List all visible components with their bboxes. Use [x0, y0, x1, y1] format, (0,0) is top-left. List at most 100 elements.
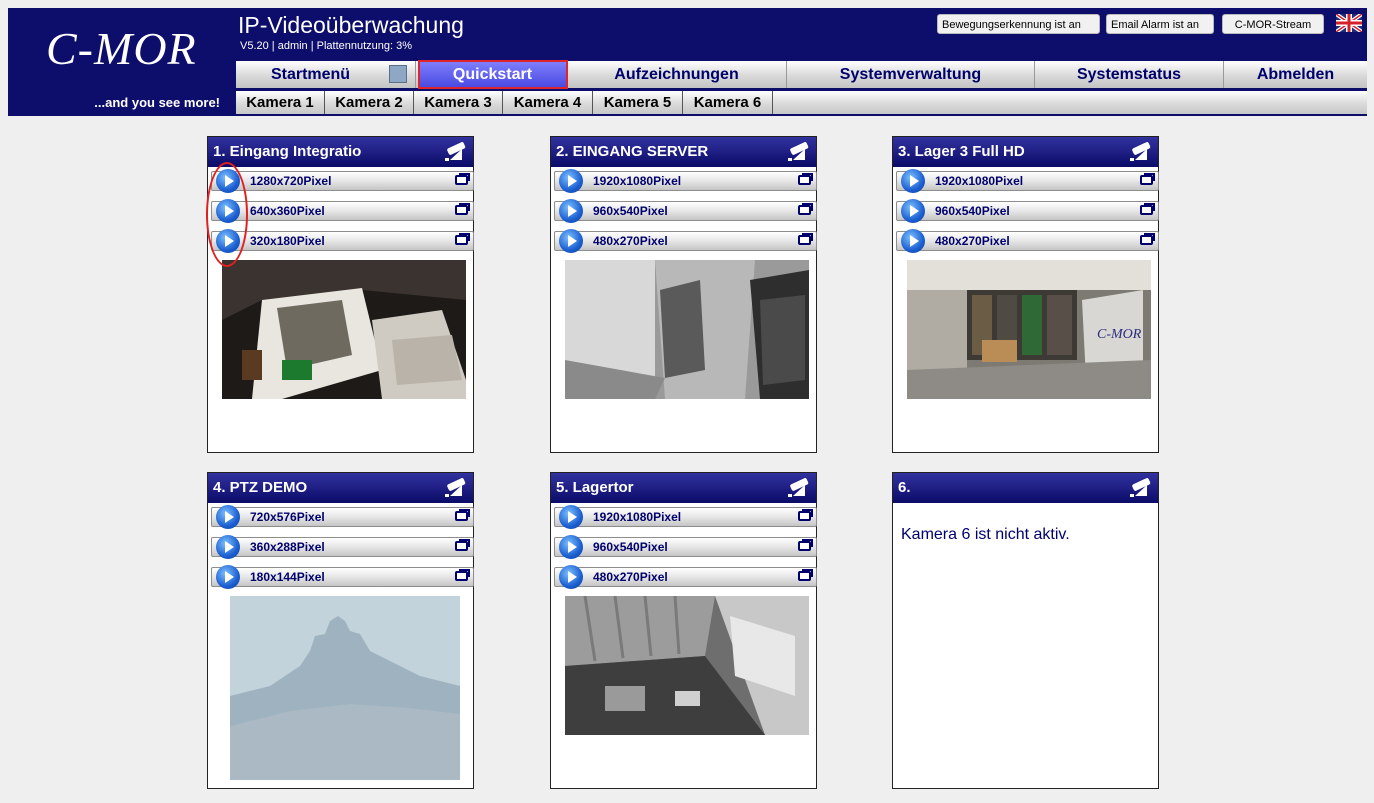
nav-startmenu[interactable]: Startmenü — [236, 61, 416, 88]
app-subtitle: V5.20 | admin | Plattennutzung: 3% — [240, 40, 413, 52]
camera-thumbnail[interactable] — [230, 596, 460, 780]
camera-panel-header: 3. Lager 3 Full HD — [893, 137, 1158, 167]
play-icon[interactable] — [559, 505, 583, 529]
camera-panel-1: 1. Eingang Integratio 1280x720Pixel 640x… — [207, 136, 474, 453]
stream-button-480x270[interactable]: 480x270Pixel — [896, 229, 1159, 253]
camera-icon — [788, 142, 809, 161]
play-icon[interactable] — [559, 535, 583, 559]
nav-logout[interactable]: Abmelden — [1224, 61, 1367, 88]
popup-window-icon[interactable] — [1140, 203, 1155, 215]
motion-detection-button[interactable]: Bewegungserkennung ist an — [937, 14, 1100, 34]
popup-window-icon[interactable] — [798, 539, 813, 551]
camera-icon — [445, 478, 466, 497]
camera-icon — [1130, 478, 1151, 497]
camera-panel-header: 2. EINGANG SERVER — [551, 137, 816, 167]
camera-title: 4. PTZ DEMO — [213, 479, 308, 496]
play-icon[interactable] — [559, 199, 583, 223]
camera-panel-2: 2. EINGANG SERVER 1920x1080Pixel 960x540… — [550, 136, 817, 453]
tab-kamera-4[interactable]: Kamera 4 — [503, 91, 593, 114]
play-icon[interactable] — [559, 565, 583, 589]
logo-slogan: ...and you see more! — [94, 95, 220, 110]
stream-button-720x576[interactable]: 720x576Pixel — [211, 505, 474, 529]
camera-panel-3: 3. Lager 3 Full HD 1920x1080Pixel 960x54… — [892, 136, 1159, 453]
popup-window-icon[interactable] — [455, 509, 470, 521]
email-alarm-button[interactable]: Email Alarm ist an — [1106, 14, 1214, 34]
camera-icon — [1130, 142, 1151, 161]
play-icon[interactable] — [901, 169, 925, 193]
popup-window-icon[interactable] — [455, 569, 470, 581]
camera-thumbnail[interactable]: C-MOR — [907, 260, 1151, 399]
nav-quickstart[interactable]: Quickstart — [418, 60, 568, 89]
camera-title: 2. EINGANG SERVER — [556, 143, 709, 160]
nav-system-status[interactable]: Systemstatus — [1035, 61, 1224, 88]
popup-window-icon[interactable] — [1140, 233, 1155, 245]
tab-kamera-5[interactable]: Kamera 5 — [593, 91, 683, 114]
stream-button-960x540[interactable]: 960x540Pixel — [554, 535, 817, 559]
tab-kamera-3[interactable]: Kamera 3 — [414, 91, 503, 114]
stream-button-960x540[interactable]: 960x540Pixel — [896, 199, 1159, 223]
cmor-stream-button[interactable]: C-MOR-Stream — [1222, 14, 1324, 34]
tab-kamera-1[interactable]: Kamera 1 — [236, 91, 325, 114]
stream-button-1920x1080[interactable]: 1920x1080Pixel — [554, 169, 817, 193]
camera-panel-header: 4. PTZ DEMO — [208, 473, 473, 503]
play-icon[interactable] — [901, 199, 925, 223]
popup-window-icon[interactable] — [455, 539, 470, 551]
app-title: IP-Videoüberwachung — [238, 12, 464, 38]
popup-window-icon[interactable] — [455, 233, 470, 245]
camera-title: 6. — [898, 479, 911, 496]
tab-kamera-6[interactable]: Kamera 6 — [683, 91, 773, 114]
camera-panel-6: 6. Kamera 6 ist nicht aktiv. — [892, 472, 1159, 789]
popup-window-icon[interactable] — [798, 233, 813, 245]
popup-window-icon[interactable] — [1140, 173, 1155, 185]
popup-window-icon[interactable] — [455, 203, 470, 215]
popup-window-icon[interactable] — [455, 173, 470, 185]
camera-panel-header: 5. Lagertor — [551, 473, 816, 503]
logo-brand: C-MOR — [46, 23, 197, 74]
play-icon[interactable] — [216, 505, 240, 529]
svg-text:C-MOR: C-MOR — [1097, 327, 1142, 342]
stream-button-180x144[interactable]: 180x144Pixel — [211, 565, 474, 589]
camera-icon — [788, 478, 809, 497]
nav-startmenu-label: Startmenü — [270, 66, 351, 83]
stream-button-640x360[interactable]: 640x360Pixel — [211, 199, 474, 223]
popup-window-icon[interactable] — [798, 203, 813, 215]
camera-title: 1. Eingang Integratio — [213, 143, 362, 160]
stream-button-480x270[interactable]: 480x270Pixel — [554, 565, 817, 589]
stream-button-360x288[interactable]: 360x288Pixel — [211, 535, 474, 559]
camera-panel-5: 5. Lagertor 1920x1080Pixel 960x540Pixel … — [550, 472, 817, 789]
popup-window-icon[interactable] — [798, 509, 813, 521]
camera-panel-4: 4. PTZ DEMO 720x576Pixel 360x288Pixel 18… — [207, 472, 474, 789]
play-icon[interactable] — [901, 229, 925, 253]
play-icon[interactable] — [216, 565, 240, 589]
camera-thumbnail[interactable] — [565, 260, 809, 399]
stream-button-1280x720[interactable]: 1280x720Pixel — [211, 169, 474, 193]
uk-flag-icon[interactable] — [1336, 14, 1362, 32]
camera-title: 5. Lagertor — [556, 479, 634, 496]
stream-button-480x270[interactable]: 480x270Pixel — [554, 229, 817, 253]
nav-system-admin[interactable]: Systemverwaltung — [787, 61, 1035, 88]
main-nav: Startmenü Quickstart Aufzeichnungen Syst… — [236, 60, 1367, 89]
annotation-highlight — [206, 162, 248, 267]
stream-button-1920x1080[interactable]: 1920x1080Pixel — [554, 505, 817, 529]
nav-recordings[interactable]: Aufzeichnungen — [567, 61, 787, 88]
stream-button-1920x1080[interactable]: 1920x1080Pixel — [896, 169, 1159, 193]
play-icon[interactable] — [559, 229, 583, 253]
camera-panel-header: 6. — [893, 473, 1158, 503]
tab-kamera-2[interactable]: Kamera 2 — [325, 91, 414, 114]
camera-thumbnail[interactable] — [222, 260, 466, 399]
logo[interactable]: C-MOR ...and you see more! — [8, 8, 232, 116]
camera-title: 3. Lager 3 Full HD — [898, 143, 1025, 160]
camera-thumbnail[interactable] — [565, 596, 809, 735]
camera-subnav: Kamera 1 Kamera 2 Kamera 3 Kamera 4 Kame… — [236, 91, 1367, 114]
camera-icon — [445, 142, 466, 161]
header: C-MOR ...and you see more! IP-Videoüberw… — [0, 0, 1374, 120]
camera-inactive-message: Kamera 6 ist nicht aktiv. — [901, 526, 1070, 543]
camera-panel-header: 1. Eingang Integratio — [208, 137, 473, 167]
stream-button-960x540[interactable]: 960x540Pixel — [554, 199, 817, 223]
popup-window-icon[interactable] — [798, 173, 813, 185]
popup-window-icon[interactable] — [798, 569, 813, 581]
stream-button-320x180[interactable]: 320x180Pixel — [211, 229, 474, 253]
grid-icon[interactable] — [389, 65, 407, 83]
play-icon[interactable] — [559, 169, 583, 193]
play-icon[interactable] — [216, 535, 240, 559]
